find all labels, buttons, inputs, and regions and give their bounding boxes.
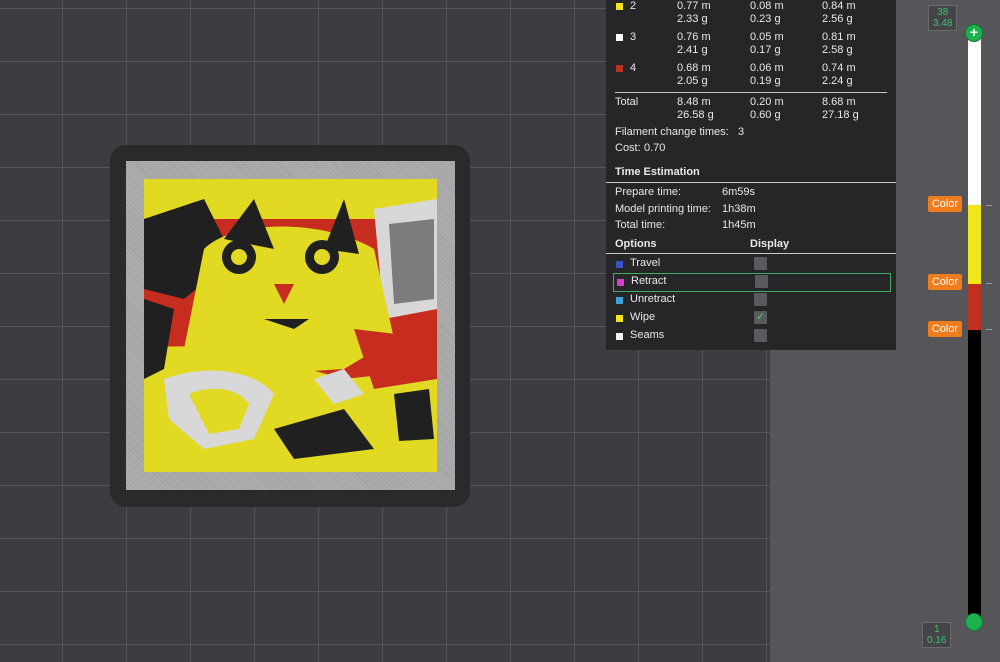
layer-slider-track[interactable]	[968, 32, 981, 622]
divider	[606, 182, 896, 183]
prepare-time-label: Prepare time:	[615, 186, 682, 198]
cost-label: Cost:	[615, 142, 641, 154]
filament-model-weight: 2.33 g	[677, 13, 708, 25]
filament-flush-weight: 0.19 g	[750, 75, 781, 87]
total-label: Total	[615, 96, 639, 108]
bottom-layer-readout: 1 0.16	[922, 622, 952, 648]
top-handle-plus-icon[interactable]: +	[965, 24, 983, 42]
sliced-result-panel: 2 0.77 m 2.33 g 0.08 m 0.23 g 0.84 m 2.5…	[606, 0, 896, 350]
filament-change-label: Filament change times:	[615, 126, 729, 138]
filament-swatch	[616, 3, 623, 10]
total-time-label: Total time:	[615, 219, 666, 231]
plate-frame	[126, 161, 455, 490]
color-change-button[interactable]: Color	[928, 196, 962, 212]
filament-model-weight: 2.05 g	[677, 75, 708, 87]
seams-swatch	[616, 333, 623, 340]
total-all-length: 8.68 m	[822, 96, 856, 108]
option-label: Retract	[631, 275, 667, 287]
travel-swatch	[616, 261, 623, 268]
bottom-handle[interactable]	[965, 613, 983, 631]
total-all-weight: 27.18 g	[822, 109, 859, 121]
filament-swatch	[616, 34, 623, 41]
retract-swatch	[617, 279, 624, 286]
option-unretract[interactable]: Unretract	[613, 292, 889, 309]
color-change-tick	[986, 283, 992, 284]
filament-id: 3	[630, 31, 637, 43]
divider	[606, 253, 896, 254]
filament-flush-length: 0.05 m	[750, 31, 784, 43]
filament-change-value: 3	[738, 126, 745, 138]
filament-swatch	[616, 65, 623, 72]
prepare-time-value: 6m59s	[722, 186, 756, 198]
color-change-button[interactable]: Color	[928, 274, 962, 290]
filament-flush-length: 0.08 m	[750, 0, 784, 12]
top-layer-readout: 38 3.48	[928, 5, 958, 31]
filament-id: 4	[630, 62, 637, 74]
color-change-tick	[986, 205, 992, 206]
filament-total-length: 0.81 m	[822, 31, 856, 43]
wipe-swatch	[616, 315, 623, 322]
color-change-button[interactable]: Color	[928, 321, 962, 337]
color-change-tick	[986, 329, 992, 330]
top-layer-number: 38	[937, 7, 949, 18]
option-travel[interactable]: Travel	[613, 256, 889, 273]
top-layer-height: 3.48	[933, 18, 953, 29]
segment-red	[968, 284, 981, 330]
filament-model-length: 0.76 m	[677, 31, 711, 43]
total-model-length: 8.48 m	[677, 96, 711, 108]
divider	[615, 92, 887, 93]
total-model-weight: 26.58 g	[677, 109, 714, 121]
filament-total-weight: 2.58 g	[822, 44, 853, 56]
filament-total-length: 0.74 m	[822, 62, 856, 74]
print-plate	[110, 145, 470, 507]
filament-model-length: 0.68 m	[677, 62, 711, 74]
display-checkbox[interactable]	[755, 275, 768, 288]
filament-model-weight: 2.41 g	[677, 44, 708, 56]
display-checkbox[interactable]	[754, 293, 767, 306]
display-checkbox[interactable]	[754, 257, 767, 270]
time-estimation-heading: Time Estimation	[615, 166, 700, 178]
segment-white	[968, 32, 981, 205]
filament-total-weight: 2.24 g	[822, 75, 853, 87]
total-flush-length: 0.20 m	[750, 96, 784, 108]
display-heading: Display	[750, 238, 790, 250]
display-checkbox[interactable]	[754, 329, 767, 342]
filament-flush-weight: 0.23 g	[750, 13, 781, 25]
filament-total-weight: 2.56 g	[822, 13, 853, 25]
total-flush-weight: 0.60 g	[750, 109, 781, 121]
unretract-swatch	[616, 297, 623, 304]
filament-total-length: 0.84 m	[822, 0, 856, 12]
segment-yellow	[968, 205, 981, 284]
option-label: Unretract	[630, 293, 676, 305]
option-label: Travel	[630, 257, 661, 269]
option-seams[interactable]: Seams	[613, 328, 889, 345]
option-label: Wipe	[630, 311, 656, 323]
bottom-layer-height: 0.16	[927, 635, 947, 646]
filament-id: 2	[630, 0, 637, 12]
options-heading: Options	[615, 238, 657, 250]
option-wipe[interactable]: Wipe ✓	[613, 310, 889, 327]
cost-value: 0.70	[644, 142, 666, 154]
option-retract[interactable]: Retract	[613, 273, 891, 292]
bottom-layer-number: 1	[933, 624, 940, 635]
checkmark-icon[interactable]: ✓	[754, 311, 767, 324]
total-time-value: 1h45m	[722, 219, 756, 231]
model-time-label: Model printing time:	[615, 203, 711, 215]
filament-flush-weight: 0.17 g	[750, 44, 781, 56]
filament-model-length: 0.77 m	[677, 0, 711, 12]
segment-black	[968, 330, 981, 622]
option-label: Seams	[630, 329, 665, 341]
model-time-value: 1h38m	[722, 203, 756, 215]
filament-flush-length: 0.06 m	[750, 62, 784, 74]
model-preview	[144, 179, 437, 472]
